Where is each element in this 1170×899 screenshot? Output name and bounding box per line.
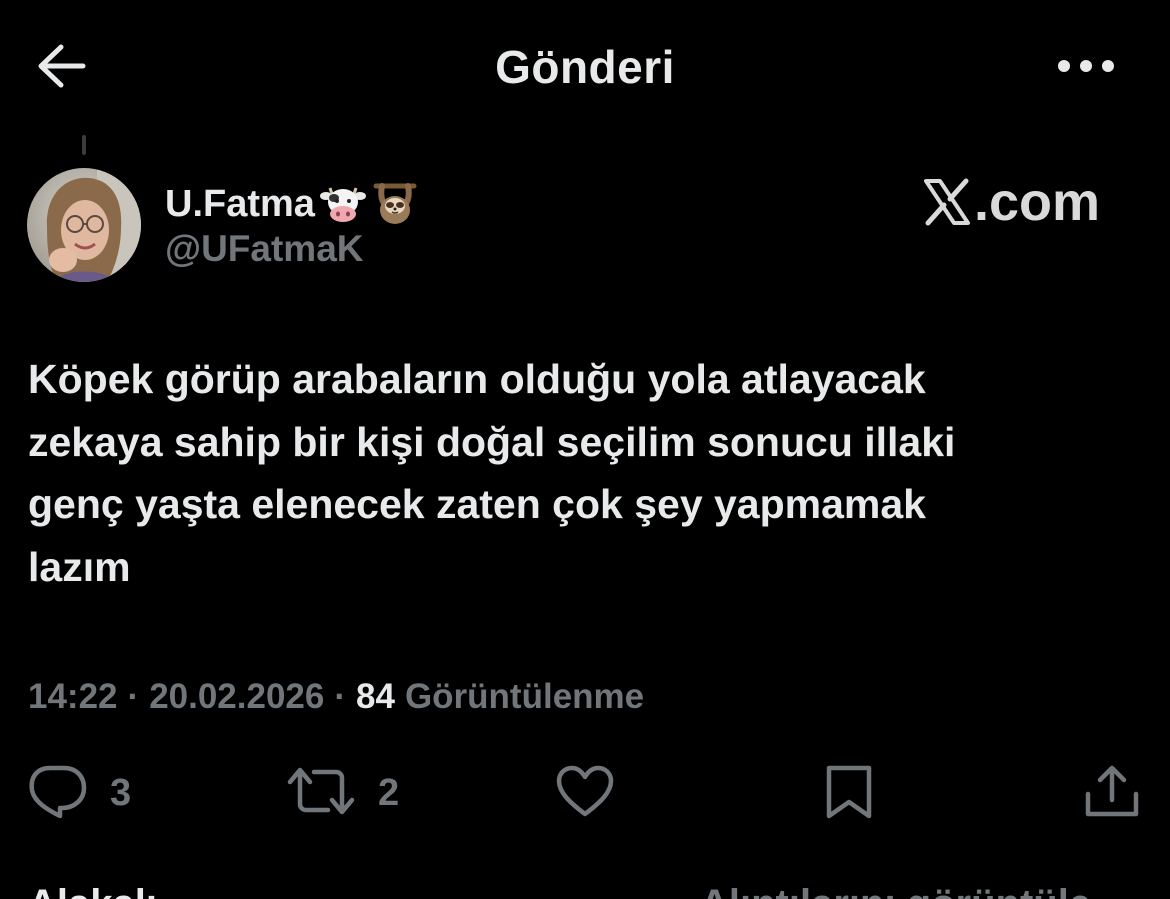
tweet-time[interactable]: 14:22	[28, 677, 118, 717]
bookmark-button[interactable]	[820, 760, 878, 826]
bottom-tabs-row: Alakalı Alıntılarını görüntüle	[0, 878, 1170, 899]
cow-face-icon	[319, 182, 367, 226]
share-button[interactable]	[1082, 760, 1142, 826]
x-logo-icon	[922, 177, 972, 227]
share-icon	[1082, 762, 1142, 825]
sloth-icon	[371, 182, 419, 226]
views-label: Görüntülenme	[404, 677, 645, 716]
tweet-line: zekaya sahip bir kişi doğal seçilim sonu…	[28, 418, 956, 465]
tweet-meta: 14:22 · 20.02.2026 · 84 Görüntülenme	[28, 672, 644, 722]
author-handle[interactable]: @UFatmaK	[165, 228, 364, 270]
heart-icon	[555, 764, 615, 823]
watermark-suffix: .com	[974, 172, 1101, 232]
author-name-row[interactable]: U.Fatma	[165, 178, 419, 230]
meta-separator: ·	[127, 677, 140, 716]
more-options-button[interactable]	[1050, 42, 1122, 94]
tweet-text: Köpek görüp arabaların olduğu yola atlay…	[28, 348, 1128, 598]
meta-separator: ·	[334, 677, 347, 716]
related-tab[interactable]: Alakalı	[28, 882, 157, 899]
retweet-button[interactable]: 2	[286, 760, 399, 826]
reply-button[interactable]: 3	[26, 760, 131, 826]
retweet-count: 2	[378, 771, 400, 814]
author-name: U.Fatma	[165, 182, 315, 225]
reply-icon	[26, 762, 88, 825]
top-bar: Gönderi	[0, 0, 1170, 135]
reply-count: 3	[110, 771, 132, 814]
tweet-line: Köpek görüp arabaların olduğu yola atlay…	[28, 356, 926, 402]
tweet-line: lazım	[28, 543, 131, 590]
page-title: Gönderi	[495, 41, 675, 93]
tweet-line: genç yaşta elenecek zaten çok şey yapmam…	[28, 481, 926, 527]
retweet-icon	[286, 764, 356, 823]
like-button[interactable]	[555, 760, 615, 826]
bookmark-icon	[820, 762, 878, 825]
more-horizontal-icon	[1056, 58, 1116, 79]
view-quotes-link[interactable]: Alıntılarını görüntüle	[700, 882, 1091, 899]
tweet-date[interactable]: 20.02.2026	[149, 677, 324, 717]
thread-connector-line	[82, 135, 86, 155]
avatar[interactable]	[27, 168, 141, 282]
views-count: 84	[356, 677, 395, 716]
x-com-watermark: .com	[922, 172, 1100, 232]
